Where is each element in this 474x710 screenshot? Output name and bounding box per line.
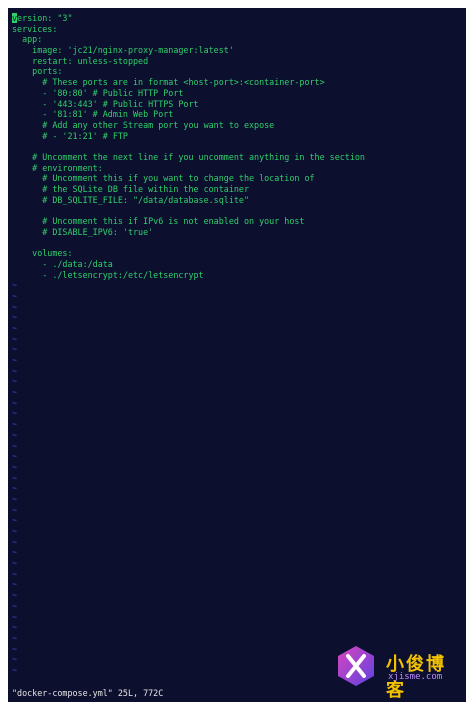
- empty-buffer-line: ~: [12, 526, 18, 536]
- editor-line[interactable]: # the SQLite DB file within the containe…: [12, 184, 462, 195]
- empty-buffer-line: ~: [12, 504, 18, 515]
- editor-line[interactable]: # - '21:21' # FTP: [12, 131, 462, 142]
- empty-buffer-line: ~: [12, 461, 18, 472]
- empty-buffer-line: ~: [12, 280, 18, 291]
- empty-buffer-line: ~: [12, 365, 18, 376]
- editor-line[interactable]: # environment:: [12, 163, 462, 174]
- watermark-subtitle: xjisme.com: [388, 672, 443, 682]
- editor-line[interactable]: version: "3": [12, 13, 462, 24]
- editor-line[interactable]: - '80:80' # Public HTTP Port: [12, 88, 462, 99]
- editor-line[interactable]: # Uncomment the next line if you uncomme…: [12, 152, 462, 163]
- editor-line[interactable]: [12, 141, 462, 152]
- editor-line[interactable]: # Add any other Stream port you want to …: [12, 120, 462, 131]
- empty-buffer-line: ~: [12, 408, 18, 419]
- empty-buffer-line: ~: [12, 387, 18, 398]
- empty-buffer-line: ~: [12, 397, 18, 408]
- editor-line[interactable]: app:: [12, 34, 462, 45]
- empty-buffer-line: ~: [12, 536, 18, 547]
- empty-buffer-line: ~: [12, 515, 18, 526]
- empty-buffer-line: ~: [12, 290, 18, 301]
- empty-buffer-line: ~: [12, 451, 18, 462]
- watermark: 小俊博客 xjisme.com: [334, 644, 454, 701]
- editor-line[interactable]: ports:: [12, 66, 462, 77]
- empty-buffer-line: ~: [12, 376, 18, 387]
- empty-buffer-line: ~: [12, 600, 18, 611]
- editor-line[interactable]: # Uncomment this if IPv6 is not enabled …: [12, 216, 462, 227]
- editor-line[interactable]: restart: unless-stopped: [12, 56, 462, 67]
- status-line: "docker-compose.yml" 25L, 772C: [12, 688, 164, 698]
- empty-buffer-line: ~: [12, 355, 18, 365]
- editor-line[interactable]: - '81:81' # Admin Web Port: [12, 109, 462, 120]
- empty-buffer-line: ~: [12, 558, 18, 569]
- empty-buffer-line: ~: [12, 301, 18, 312]
- empty-buffer-line: ~: [12, 440, 18, 451]
- editor-line[interactable]: volumes:: [12, 248, 462, 259]
- empty-buffer-line: ~: [12, 312, 18, 323]
- editor-line[interactable]: # DB_SQLITE_FILE: "/data/database.sqlite…: [12, 195, 462, 206]
- terminal-window: version: "3" services: app: image: 'jc21/…: [8, 8, 466, 702]
- editor-line[interactable]: image: 'jc21/nginx-proxy-manager:latest': [12, 45, 462, 56]
- empty-buffer-line: ~: [12, 547, 18, 558]
- empty-buffer-line: ~: [12, 322, 18, 333]
- empty-buffer-line: ~: [12, 611, 18, 622]
- empty-buffer-line: ~: [12, 590, 18, 601]
- empty-buffer-line: ~: [12, 622, 18, 633]
- blog-logo-icon: [338, 646, 374, 686]
- editor-line[interactable]: services:: [12, 24, 462, 35]
- editor-line[interactable]: # DISABLE_IPV6: 'true': [12, 227, 462, 238]
- empty-buffer-line: ~: [12, 579, 18, 590]
- editor-line[interactable]: - ./letsencrypt:/etc/letsencrypt: [12, 270, 462, 281]
- editor-line[interactable]: [12, 237, 462, 248]
- empty-buffer-line: ~: [12, 632, 18, 643]
- editor-line[interactable]: # Uncomment this if you want to change t…: [12, 173, 462, 184]
- empty-buffer-line: ~: [12, 568, 18, 579]
- editor-line[interactable]: - ./data:/data: [12, 259, 462, 270]
- empty-buffer-line: ~: [12, 483, 18, 494]
- empty-buffer-line: ~: [12, 333, 18, 344]
- empty-buffer-line: ~: [12, 344, 18, 355]
- empty-buffer-line: ~: [12, 419, 18, 430]
- empty-buffer-line: ~: [12, 429, 18, 440]
- empty-buffer-line: ~: [12, 472, 18, 483]
- vim-editor[interactable]: version: "3" services: app: image: 'jc21/…: [12, 13, 462, 676]
- editor-line[interactable]: - '443:443' # Public HTTPS Port: [12, 99, 462, 110]
- editor-line[interactable]: [12, 205, 462, 216]
- empty-buffer-line: ~: [12, 493, 18, 504]
- editor-line[interactable]: # These ports are in format <host-port>:…: [12, 77, 462, 88]
